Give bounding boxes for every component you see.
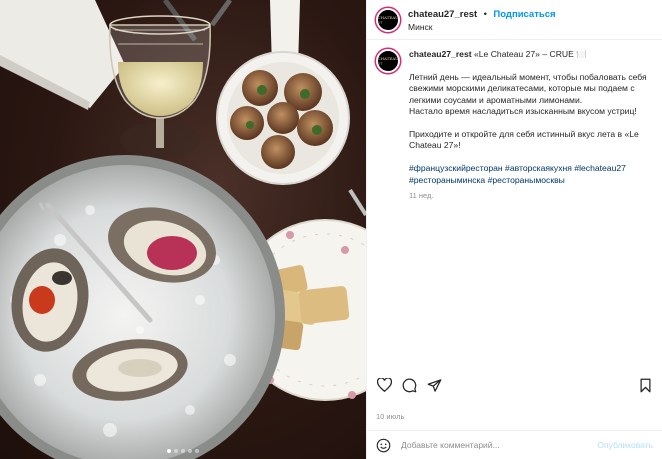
heart-icon[interactable] bbox=[376, 377, 392, 393]
hashtag-link[interactable]: #французскийресторан bbox=[409, 163, 503, 173]
caption-first-line: chateau27_rest «Le Chateau 27» – CRUE 🍽️ bbox=[409, 49, 653, 60]
hashtag-link[interactable]: #lechateau27 bbox=[574, 163, 626, 173]
hashtags: #французскийресторан #авторскаякухня #le… bbox=[409, 163, 653, 185]
caption-body: chateau27_rest «Le Chateau 27» – CRUE 🍽️… bbox=[409, 49, 653, 201]
post-comment-button[interactable]: Опубликовать bbox=[597, 440, 653, 450]
follow-button[interactable]: Подписаться bbox=[493, 9, 555, 20]
caption-line: Chateau 27»! bbox=[409, 140, 461, 151]
post-date[interactable]: 10 июль bbox=[376, 412, 404, 421]
smiley-icon[interactable] bbox=[376, 438, 391, 453]
avatar-logo-text: CHATEAU 27 bbox=[377, 14, 399, 25]
oyster-tray bbox=[0, 155, 285, 459]
caption-avatar[interactable]: CHATEAU 27 bbox=[376, 49, 400, 73]
hashtag-line: #французскийресторан #авторскаякухня #le… bbox=[409, 163, 653, 174]
caption-line: Настало время насладиться изысканным вку… bbox=[409, 105, 637, 116]
header-separator: • bbox=[483, 8, 487, 20]
location-link[interactable]: Минск bbox=[408, 21, 556, 34]
comment-input[interactable] bbox=[401, 440, 598, 450]
food-photo-illustration bbox=[0, 0, 366, 459]
bookmark-icon[interactable] bbox=[637, 377, 653, 393]
caption-line: Приходите и откройте для себя истинный в… bbox=[409, 129, 639, 140]
header-text: chateau27_rest • Подписаться Минск bbox=[408, 6, 556, 34]
hashtag-link[interactable]: #ресторанымосквы bbox=[488, 175, 565, 185]
caption-username[interactable]: chateau27_rest bbox=[409, 49, 472, 59]
send-icon[interactable] bbox=[426, 377, 442, 393]
hashtag-link[interactable]: #рестораныминска bbox=[409, 175, 485, 185]
wine-glass bbox=[109, 15, 211, 158]
action-bar bbox=[367, 374, 662, 396]
caption-line: свежими морскими деликатесами, которые м… bbox=[409, 83, 635, 94]
hashtag-link[interactable]: #авторскаякухня bbox=[505, 163, 572, 173]
header-username[interactable]: chateau27_rest bbox=[408, 9, 477, 20]
post-sidebar: CHATEAU 27 chateau27_rest • Подписаться … bbox=[366, 0, 662, 459]
carousel-dot[interactable] bbox=[188, 449, 192, 453]
post-photo[interactable] bbox=[0, 0, 366, 459]
carousel-dots bbox=[167, 449, 199, 453]
caption-title: «Le Chateau 27» – CRUE 🍽️ bbox=[473, 49, 587, 59]
caption-line: Летний день — идеальный момент, чтобы по… bbox=[409, 72, 647, 83]
caption: CHATEAU 27 chateau27_rest «Le Chateau 27… bbox=[367, 40, 662, 201]
caption-line: легкими соусами и ароматными лимонами. bbox=[409, 94, 583, 105]
carousel-dot[interactable] bbox=[167, 449, 171, 453]
carousel-dot[interactable] bbox=[181, 449, 185, 453]
caption-paragraph-1: Летний день — идеальный момент, чтобы по… bbox=[409, 72, 653, 117]
avatar-logo-text: CHATEAU 27 bbox=[377, 56, 399, 66]
post-header: CHATEAU 27 chateau27_rest • Подписаться … bbox=[367, 0, 662, 40]
caption-paragraph-2: Приходите и откройте для себя истинный в… bbox=[409, 129, 653, 151]
hashtag-line: #рестораныминска #ресторанымосквы bbox=[409, 175, 653, 186]
carousel-dot[interactable] bbox=[195, 449, 199, 453]
caption-time-ago[interactable]: 11 нед. bbox=[409, 190, 653, 201]
escargot-dish bbox=[216, 0, 350, 185]
carousel-dot[interactable] bbox=[174, 449, 178, 453]
comment-icon[interactable] bbox=[401, 377, 417, 393]
avatar[interactable]: CHATEAU 27 bbox=[376, 7, 400, 32]
comment-bar: Опубликовать bbox=[367, 430, 662, 459]
